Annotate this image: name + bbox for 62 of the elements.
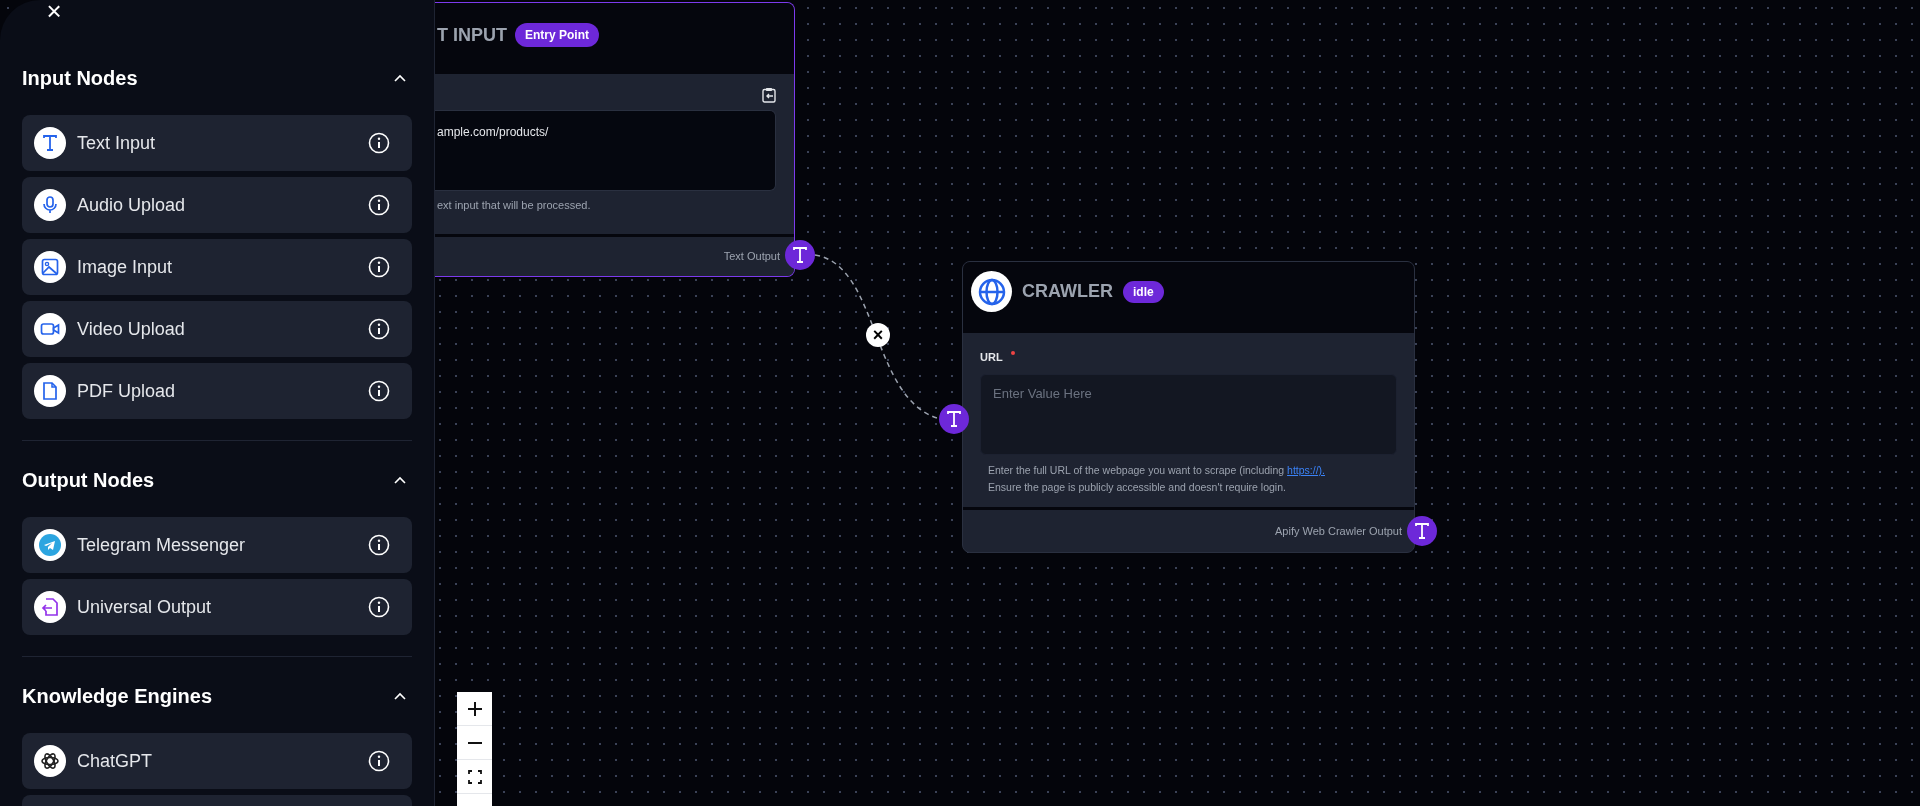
node-list-item[interactable]: Universal Output [22,579,412,635]
node-card[interactable]: CRAWLER idle URL Enter Value Here Enter the full URL of the webpage you want to scrape (including https://). Ensure the page is publicly accessible and doesn't require login. Apify Web Crawler Output [962,261,1415,553]
output-handle[interactable] [1407,516,1437,546]
document-icon [34,375,66,407]
node-list-item[interactable]: Text Input [22,115,412,171]
info-icon[interactable] [368,318,390,340]
section-heading: Knowledge Engines [22,684,213,709]
help-text: Ensure the page is publicly accessible and doesn't require login. [988,480,1286,493]
microphone-icon [34,189,66,221]
item-label: ChatGPT [77,749,154,773]
help-text: ext input that will be processed. [436,198,592,213]
info-icon[interactable] [368,380,390,402]
node-list-item[interactable]: Video Upload [22,301,412,357]
close-button[interactable]: × [43,0,65,22]
node-list-item[interactable]: PDF Upload [22,363,412,419]
output-label: Text Output [723,249,780,265]
node-title: CRAWLER [1022,280,1113,303]
item-label: Audio Upload [77,193,187,217]
node-list-item[interactable]: Audio Upload [22,177,412,233]
input-handle[interactable] [939,404,969,434]
help-text: Enter the full URL of the webpage you want to scrape (including [988,463,1285,476]
item-label: Universal Output [77,595,213,619]
node-list-item[interactable]: Telegram Messenger [22,517,412,573]
globe-icon [971,271,1012,312]
field-label: URL [980,350,1003,365]
node-title: T INPUT [437,24,507,47]
paper-plane-icon [34,529,66,561]
text-icon [34,127,66,159]
output-handle[interactable] [785,240,815,270]
item-label: PDF Upload [77,379,177,403]
output-label: Apify Web Crawler Output [1275,523,1402,539]
item-label: Telegram Messenger [77,533,247,557]
info-icon[interactable] [368,256,390,278]
section-heading: Output Nodes [22,468,155,493]
url-input-field[interactable]: Enter Value Here [980,373,1397,455]
info-icon[interactable] [368,750,390,772]
item-label: Video Upload [77,317,186,341]
chevron-up-icon[interactable] [394,74,406,82]
section-heading: Input Nodes [22,66,138,91]
fit-view-icon [467,769,482,784]
info-icon[interactable] [368,596,390,618]
help-link[interactable]: https://). [1287,463,1325,476]
status-badge: Entry Point [515,23,599,47]
file-export-icon [34,591,66,623]
info-icon[interactable] [368,194,390,216]
info-icon[interactable] [368,132,390,154]
video-camera-icon [34,313,66,345]
node-list-item[interactable]: Image Input [22,239,412,295]
remove-edge-button[interactable]: × [866,323,890,347]
chevron-up-icon[interactable] [394,692,406,700]
zoom-out-icon [466,741,483,744]
node-list-item[interactable]: ChatGPT [22,733,412,789]
text-area[interactable]: ample.com/products/ [435,110,776,191]
image-icon [34,251,66,283]
chevron-up-icon[interactable] [394,476,406,484]
status-badge: idle [1123,280,1164,303]
item-label: Image Input [77,255,174,279]
zoom-in-icon [466,700,483,717]
item-label: Text Input [77,131,157,155]
node-card[interactable]: T INPUT Entry Point ample.com/products/ ext input that will be processed. Text Output [435,2,795,277]
info-icon[interactable] [368,534,390,556]
clipboard-icon[interactable] [762,87,776,103]
